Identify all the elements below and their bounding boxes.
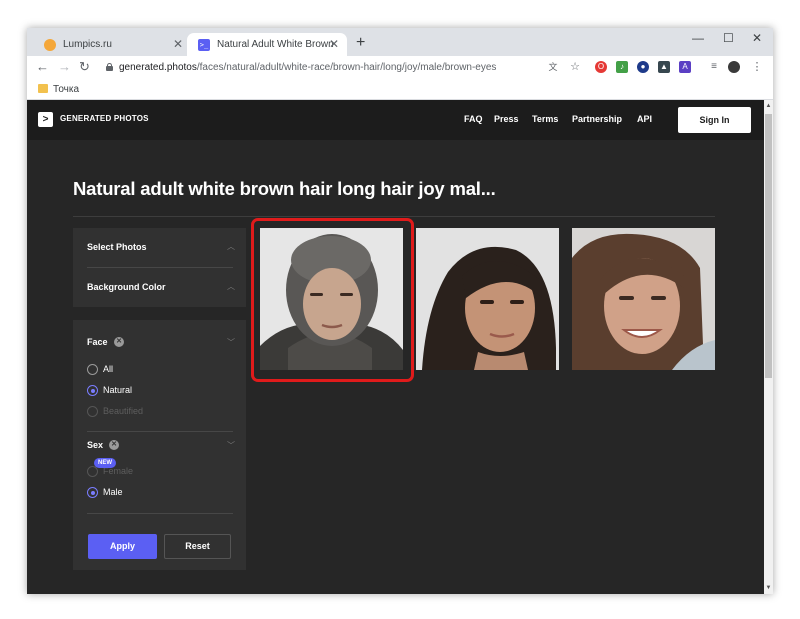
star-icon[interactable]: ☆ — [569, 61, 581, 73]
radio-face-beautified[interactable] — [87, 406, 98, 417]
radio-face-all[interactable] — [87, 364, 98, 375]
new-tab-button[interactable]: + — [356, 33, 365, 53]
window-close-icon[interactable]: ✕ — [752, 30, 762, 46]
close-icon[interactable]: ✕ — [329, 37, 339, 51]
folder-icon — [38, 84, 48, 93]
orange-circle-icon — [44, 38, 56, 51]
tab-title: Natural Adult White Brown Hair L — [217, 39, 335, 50]
ad-extension-icon[interactable]: A — [679, 61, 691, 73]
reset-button[interactable]: Reset — [164, 534, 231, 559]
nav-terms[interactable]: Terms — [532, 114, 558, 125]
tab-lumpics[interactable]: Lumpics.ru ✕ — [33, 33, 191, 56]
opera-extension-icon[interactable]: O — [595, 61, 607, 73]
scrollbar[interactable]: ▲ ▼ — [764, 100, 773, 594]
divider — [87, 513, 233, 514]
face-filter-title[interactable]: Face — [87, 337, 108, 348]
new-badge: NEW — [94, 458, 116, 468]
apply-button[interactable]: Apply — [88, 534, 157, 559]
nav-api[interactable]: API — [637, 114, 652, 125]
page-title: Natural adult white brown hair long hair… — [73, 178, 496, 199]
reload-icon[interactable]: ↻ — [79, 59, 90, 75]
tab-strip: Lumpics.ru ✕ >_ Natural Adult White Brow… — [27, 28, 773, 56]
tab-title: Lumpics.ru — [63, 39, 112, 50]
page-content: > GENERATED PHOTOS FAQ Press Terms Partn… — [27, 100, 764, 594]
lock-icon[interactable] — [106, 63, 113, 71]
scroll-thumb[interactable] — [765, 114, 772, 378]
sex-filter-title[interactable]: Sex — [87, 440, 103, 451]
scroll-down-icon[interactable]: ▼ — [764, 584, 773, 592]
logo-text[interactable]: GENERATED PHOTOS — [60, 114, 149, 124]
chevron-up-icon[interactable]: ︿ — [227, 282, 235, 292]
music-extension-icon[interactable]: ♪ — [616, 61, 628, 73]
clear-sex-filter-icon[interactable]: ✕ — [109, 440, 119, 450]
radio-label: Male — [103, 487, 123, 497]
tag-extension-icon[interactable]: ▲ — [658, 61, 670, 73]
radio-sex-male[interactable] — [87, 487, 98, 498]
tab-generated-photos[interactable]: >_ Natural Adult White Brown Hair L ✕ — [187, 33, 347, 56]
chevron-up-icon[interactable]: ︿ — [227, 242, 235, 252]
nav-faq[interactable]: FAQ — [464, 114, 483, 125]
site-header: > GENERATED PHOTOS FAQ Press Terms Partn… — [27, 100, 764, 140]
forward-icon[interactable]: → — [58, 59, 71, 75]
menu-icon[interactable]: ⋮ — [751, 61, 763, 73]
address-bar[interactable]: generated.photos/faces/natural/adult/whi… — [119, 61, 496, 74]
browser-window: Lumpics.ru ✕ >_ Natural Adult White Brow… — [27, 28, 773, 594]
select-photos-toggle[interactable]: Select Photos — [87, 242, 147, 253]
url-path: /faces/natural/adult/white-race/brown-ha… — [196, 62, 497, 73]
face-photo-3[interactable] — [572, 228, 715, 370]
face-photo-2[interactable] — [416, 228, 559, 370]
sign-in-button[interactable]: Sign In — [678, 107, 751, 133]
radio-label: Natural — [103, 385, 133, 395]
bookmark-tochka[interactable]: Точка — [53, 83, 79, 96]
url-host: generated.photos — [119, 62, 197, 73]
translate-icon[interactable]: 文 — [547, 61, 559, 73]
face-photo-2-image — [416, 228, 559, 370]
nav-partnership[interactable]: Partnership — [572, 114, 622, 125]
scroll-up-icon[interactable]: ▲ — [764, 102, 773, 110]
background-color-toggle[interactable]: Background Color — [87, 282, 166, 293]
generated-photos-icon: >_ — [198, 38, 210, 51]
minimize-icon[interactable]: — — [692, 30, 704, 46]
logo-icon[interactable]: > — [38, 112, 53, 127]
radio-face-natural[interactable] — [87, 385, 98, 396]
divider — [73, 216, 715, 217]
divider — [87, 267, 233, 268]
reading-list-icon[interactable]: ≡ — [708, 61, 720, 73]
selection-highlight — [251, 218, 414, 382]
close-icon[interactable]: ✕ — [173, 37, 183, 51]
vpn-extension-icon[interactable]: ● — [637, 61, 649, 73]
divider — [87, 431, 233, 432]
browser-toolbar: ← → ↻ generated.photos/faces/natural/adu… — [27, 56, 773, 80]
nav-press[interactable]: Press — [494, 114, 519, 125]
face-photo-3-image — [572, 228, 715, 370]
back-icon[interactable]: ← — [36, 59, 49, 75]
apply-bar: Apply Reset — [73, 523, 246, 570]
clear-face-filter-icon[interactable]: ✕ — [114, 337, 124, 347]
bookmarks-bar: Точка — [27, 80, 773, 100]
sidebar-panel-top: Select Photos ︿ Background Color ︿ — [73, 228, 246, 307]
chevron-down-icon[interactable]: ﹀ — [227, 338, 235, 348]
radio-label: Beautified — [103, 406, 144, 416]
maximize-icon[interactable]: ☐ — [723, 30, 734, 46]
chevron-down-icon[interactable]: ﹀ — [227, 441, 235, 451]
radio-label: All — [103, 364, 114, 374]
profile-avatar[interactable] — [728, 61, 740, 73]
